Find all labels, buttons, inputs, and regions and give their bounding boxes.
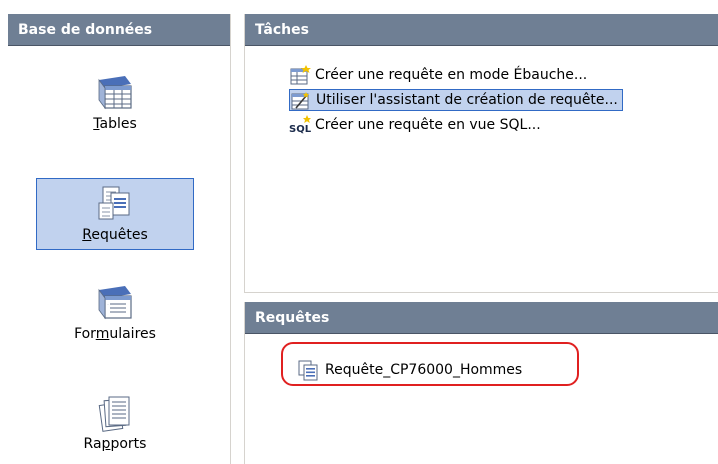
db-item-reports[interactable]: Rapports — [36, 386, 194, 458]
db-item-tables[interactable]: Tables — [36, 74, 194, 146]
task-use-query-wizard[interactable]: Utiliser l'assistant de création de requ… — [289, 89, 623, 111]
query-list-item[interactable]: Requête_CP76000_Hommes — [297, 358, 522, 382]
reports-icon — [98, 396, 130, 432]
tasks-panel-header: Tâches — [245, 14, 718, 46]
queries-panel: Requêtes Requête_CP76000_Hommes — [244, 302, 718, 464]
db-item-queries[interactable]: Requêtes — [36, 178, 194, 250]
db-item-reports-label: Rapports — [83, 436, 147, 452]
task-use-query-wizard-label: Utiliser l'assistant de création de requ… — [316, 92, 618, 108]
queries-panel-header: Requêtes — [245, 302, 718, 334]
tables-icon — [98, 76, 132, 110]
wizard-query-icon — [291, 92, 309, 110]
tasks-list: Créer une requête en mode Ébauche... Uti… — [289, 64, 623, 139]
database-panel-header: Base de données — [8, 14, 230, 46]
forms-icon — [98, 286, 132, 320]
svg-text:SQL: SQL — [289, 124, 311, 135]
db-item-queries-label: Requêtes — [82, 227, 148, 243]
design-query-icon — [290, 65, 311, 85]
task-create-sql-query-label: Créer une requête en vue SQL... — [315, 117, 541, 133]
db-item-forms[interactable]: Formulaires — [36, 284, 194, 356]
query-list-item-label: Requête_CP76000_Hommes — [325, 362, 523, 378]
task-create-sql-query[interactable]: SQL Créer une requête en vue SQL... — [289, 114, 623, 136]
sql-query-icon: SQL — [289, 115, 311, 135]
queries-icon — [98, 186, 130, 220]
task-create-design-query-label: Créer une requête en mode Ébauche... — [315, 67, 588, 83]
db-item-tables-label: Tables — [93, 116, 137, 132]
database-panel: Base de données Tables Requêtes Formulai… — [8, 14, 231, 464]
query-icon — [298, 360, 318, 381]
base-app-window: Base de données Tables Requêtes Formulai… — [0, 0, 718, 464]
task-create-design-query[interactable]: Créer une requête en mode Ébauche... — [289, 64, 623, 86]
tasks-panel: Tâches Créer une requête en mode Ébauche… — [244, 14, 718, 293]
db-item-forms-label: Formulaires — [74, 326, 156, 342]
